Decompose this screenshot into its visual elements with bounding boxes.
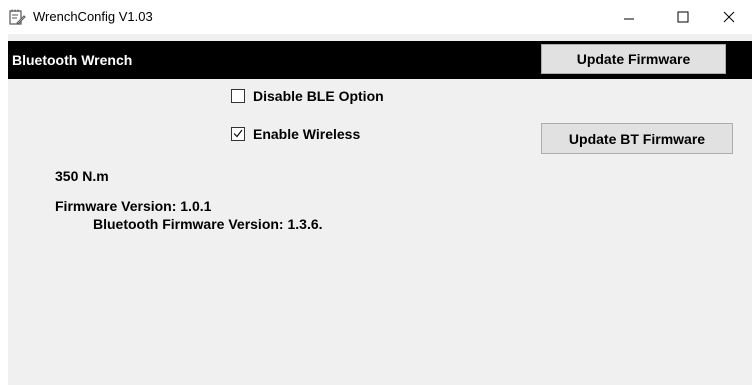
header-title: Bluetooth Wrench [12,52,133,68]
enable-wireless-checkbox[interactable] [231,127,245,141]
title-bar: WrenchConfig V1.03 [0,0,752,34]
maximize-icon [677,11,689,23]
disable-ble-checkbox[interactable] [231,89,245,103]
minimize-icon [624,18,634,20]
update-bt-firmware-button[interactable]: Update BT Firmware [541,123,733,154]
firmware-version: Firmware Version: 1.0.1 [55,198,212,214]
enable-wireless-label: Enable Wireless [253,126,361,142]
disable-ble-option[interactable]: Disable BLE Option [231,88,384,104]
update-firmware-button[interactable]: Update Firmware [541,44,726,74]
maximize-button[interactable] [660,0,706,34]
close-icon [723,11,735,23]
disable-ble-label: Disable BLE Option [253,88,384,104]
window-title: WrenchConfig V1.03 [33,9,153,24]
enable-wireless-option[interactable]: Enable Wireless [231,126,360,142]
notepad-pencil-icon [8,8,26,26]
bluetooth-firmware-version: Bluetooth Firmware Version: 1.3.6. [93,216,323,232]
checkmark-icon [233,129,243,138]
minimize-button[interactable] [606,0,652,34]
close-button[interactable] [706,0,752,34]
torque-value: 350 N.m [55,168,109,184]
